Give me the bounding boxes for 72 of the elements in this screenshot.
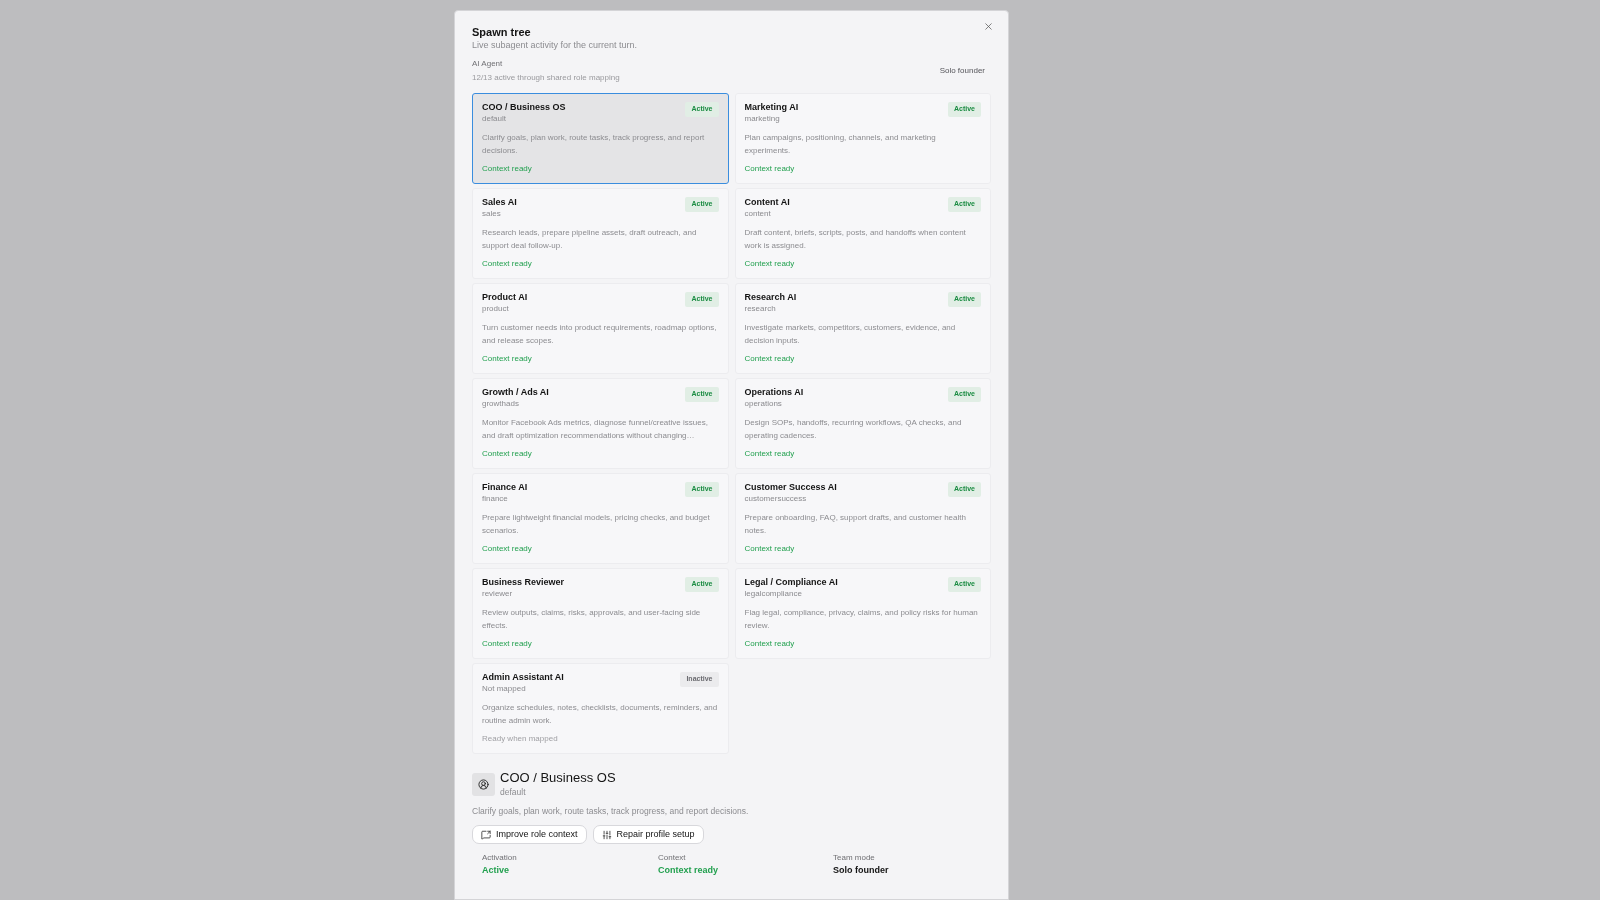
agent-description: Monitor Facebook Ads metrics, diagnose funnel/creative issues, and draft optimization recommendations without changing… (482, 417, 709, 442)
agent-name: Research AI (744, 291, 797, 303)
agent-name: Operations AI (744, 386, 804, 398)
agent-description: Flag legal, compliance, privacy, claims, and policy risks for human review. (744, 607, 979, 632)
context-status: Context ready (482, 163, 533, 175)
agent-description: Prepare lightweight financial models, pricing checks, and budget scenarios. (482, 512, 711, 537)
detail-title: COO / Business OS (500, 770, 616, 786)
dialog-title: Spawn tree (472, 25, 532, 39)
close-icon (982, 20, 994, 32)
context-status: Context ready (744, 543, 796, 555)
agent-name: Business Reviewer (482, 576, 565, 588)
dialog-subtitle: Live subagent activity for the current turn. (472, 39, 638, 51)
agent-description: Plan campaigns, positioning, channels, and marketing experiments. (744, 132, 937, 157)
agent-description: Review outputs, claims, risks, approvals, and user-facing side effects. (482, 607, 702, 632)
context-status: Context ready (744, 353, 796, 365)
context-status: Context ready (744, 258, 796, 270)
agent-role: marketing (744, 113, 781, 125)
agent-description: Organize schedules, notes, checklists, documents, reminders, and routine admin work. (482, 702, 719, 727)
agent-description: Research leads, prepare pipeline assets, draft outreach, and support deal follow-up. (482, 227, 698, 252)
detail-description: Clarify goals, plan work, route tasks, track progress, and report decisions. (472, 805, 750, 817)
agent-description: Draft content, briefs, scripts, posts, and handoffs when content work is assigned. (744, 227, 967, 252)
field-label: Context (658, 852, 687, 863)
agent-name: COO / Business OS (482, 101, 566, 113)
agent-role: product (482, 303, 510, 315)
agent-role: customersuccess (744, 493, 808, 505)
context-status: Context ready (482, 353, 533, 365)
agent-name: Finance AI (482, 481, 528, 493)
context-status: Context ready (744, 448, 796, 460)
agent-description: Turn customer needs into product requirements, roadmap options, and release scopes. (482, 322, 718, 347)
field-label: Activation (482, 852, 518, 863)
context-status: Context ready (744, 163, 796, 175)
context-status: Context ready (482, 448, 533, 460)
context-status: Ready when mapped (482, 733, 559, 745)
agent-role: Not mapped (482, 683, 527, 695)
agent-name: Content AI (744, 196, 790, 208)
sliders-icon (601, 829, 612, 840)
user-icon (472, 772, 495, 796)
action-button[interactable]: Repair profile setup (592, 825, 704, 844)
agent-name: Legal / Compliance AI (744, 576, 838, 588)
agent-name: Sales AI (482, 196, 517, 208)
context-status: Context ready (482, 543, 533, 555)
section-label: AI Agent (472, 58, 504, 70)
agent-role: research (744, 303, 777, 315)
field-value: Solo founder (833, 864, 890, 876)
agent-name: Admin Assistant AI (482, 671, 564, 683)
agent-role: growthads (482, 398, 520, 410)
action-button[interactable]: Improve role context (472, 825, 587, 844)
agent-role: default (482, 113, 508, 125)
agent-role: finance (482, 493, 509, 505)
agent-role: operations (744, 398, 783, 410)
context-status: Context ready (744, 638, 796, 650)
agent-description: Investigate markets, competitors, customers, evidence, and decision inputs. (744, 322, 957, 347)
agent-name: Marketing AI (744, 101, 799, 113)
context-status: Context ready (482, 258, 533, 270)
agent-role: sales (482, 208, 502, 220)
team-mode-label: Solo founder (939, 65, 985, 77)
agent-role: legalcompliance (744, 588, 803, 600)
agent-description: Design SOPs, handoffs, recurring workflows, QA checks, and operating cadences. (744, 417, 963, 442)
agent-name: Product AI (482, 291, 528, 303)
field-label: Team mode (833, 852, 876, 863)
context-status: Context ready (482, 638, 533, 650)
chat-icon (481, 829, 491, 840)
field-value: Context ready (658, 864, 720, 876)
agent-name: Customer Success AI (744, 481, 837, 493)
agent-role: content (744, 208, 772, 220)
agent-name: Growth / Ads AI (482, 386, 549, 398)
agent-description: Prepare onboarding, FAQ, support drafts, and customer health notes. (744, 512, 967, 537)
field-value: Active (482, 864, 510, 876)
active-summary: 12/13 active through shared role mapping (472, 72, 620, 84)
detail-role: default (500, 786, 527, 798)
agent-role: reviewer (482, 588, 514, 600)
agent-description: Clarify goals, plan work, route tasks, track progress, and report decisions. (482, 132, 706, 157)
